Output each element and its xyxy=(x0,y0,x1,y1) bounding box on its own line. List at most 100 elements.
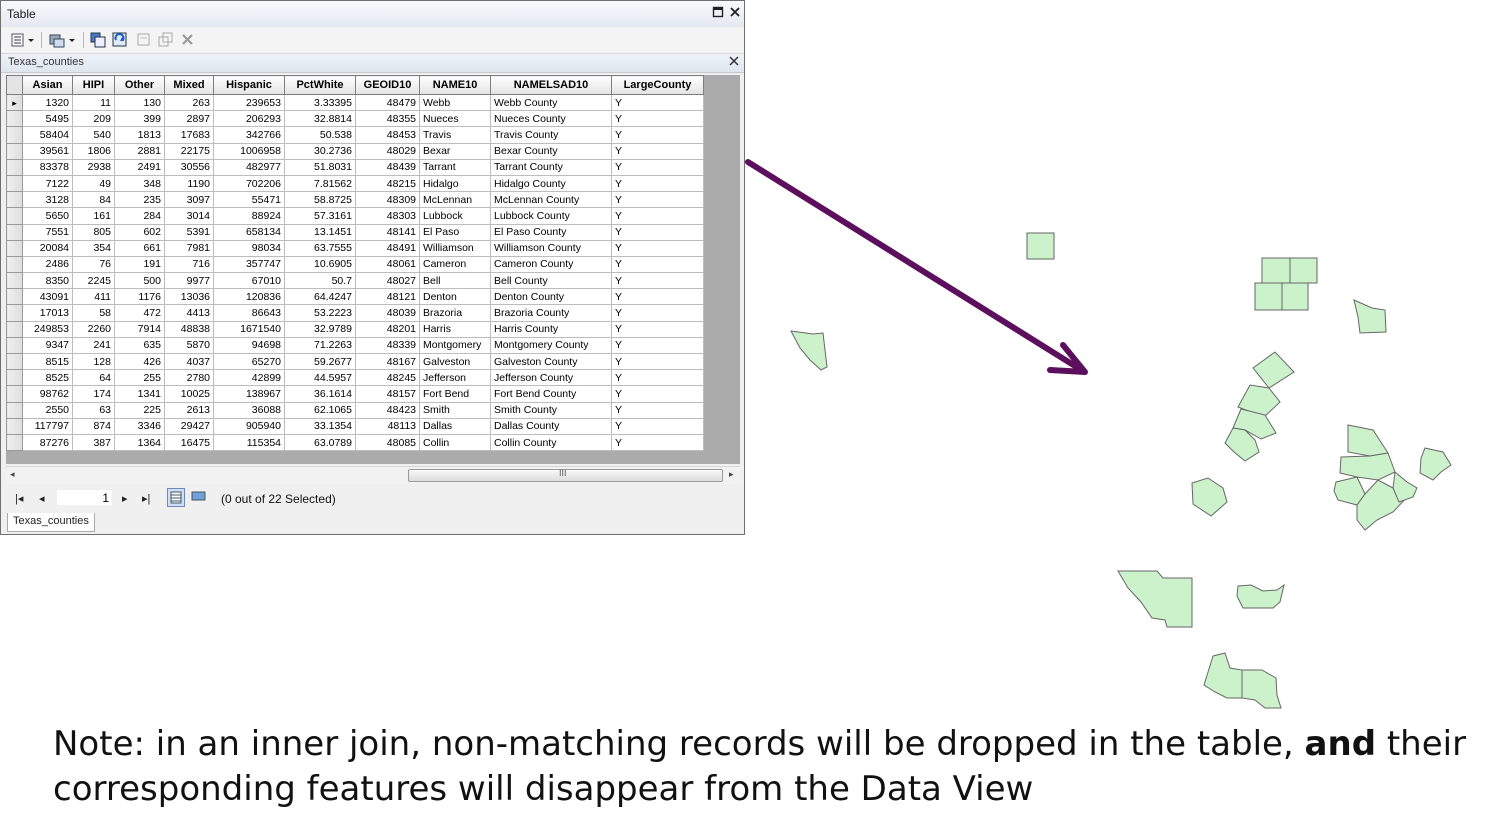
cell-asian[interactable]: 2486 xyxy=(22,255,73,274)
column-header-mixed[interactable]: Mixed xyxy=(164,75,214,95)
cell-asian[interactable]: 249853 xyxy=(22,320,73,338)
cell-largecounty[interactable]: Y xyxy=(611,272,704,290)
cell-mixed[interactable]: 1190 xyxy=(164,174,214,193)
cell-hipi[interactable]: 128 xyxy=(72,352,115,371)
cell-name10[interactable]: Collin xyxy=(419,433,491,452)
show-all-records-button[interactable] xyxy=(167,488,185,507)
cell-mixed[interactable]: 263 xyxy=(164,93,214,112)
cell-hispanic[interactable]: 206293 xyxy=(213,110,285,128)
cell-pctwhite[interactable]: 30.2736 xyxy=(284,142,356,160)
cell-pctwhite[interactable]: 51.8031 xyxy=(284,158,356,176)
cell-mixed[interactable]: 10025 xyxy=(164,385,214,403)
cell-hispanic[interactable]: 239653 xyxy=(213,93,285,112)
cell-asian[interactable]: 8515 xyxy=(22,352,73,371)
row-selector[interactable] xyxy=(6,255,23,274)
row-selector[interactable] xyxy=(6,207,23,225)
cell-mixed[interactable]: 7981 xyxy=(164,239,214,257)
cell-hispanic[interactable]: 42899 xyxy=(213,369,285,387)
cell-largecounty[interactable]: Y xyxy=(611,223,704,241)
cell-mixed[interactable]: 16475 xyxy=(164,433,214,452)
cell-hispanic[interactable]: 94698 xyxy=(213,336,285,355)
cell-pctwhite[interactable]: 36.1614 xyxy=(284,385,356,403)
related-tables-button[interactable] xyxy=(47,31,77,49)
table-row[interactable]: 98762 174 1341 10025 138967 36.1614 48157 Fort … xyxy=(6,385,704,403)
cell-largecounty[interactable]: Y xyxy=(611,93,704,112)
cell-other[interactable]: 399 xyxy=(114,110,165,128)
cell-namelsad10[interactable]: Denton County xyxy=(490,288,612,306)
cell-hipi[interactable]: 805 xyxy=(72,223,115,241)
column-header-hispanic[interactable]: Hispanic xyxy=(213,75,285,95)
table-row[interactable]: 8525 64 255 2780 42899 44.5957 48245 Jefferson J… xyxy=(6,369,704,387)
cell-name10[interactable]: Harris xyxy=(419,320,491,338)
row-selector-header[interactable] xyxy=(6,75,23,95)
cell-other[interactable]: 1364 xyxy=(114,433,165,452)
previous-record-icon[interactable]: ◂ xyxy=(39,492,45,505)
cell-pctwhite[interactable]: 32.8814 xyxy=(284,110,356,128)
cell-mixed[interactable]: 4413 xyxy=(164,304,214,322)
cell-geoid10[interactable]: 48029 xyxy=(355,142,420,160)
cell-hispanic[interactable]: 357747 xyxy=(213,255,285,274)
cell-other[interactable]: 348 xyxy=(114,174,165,193)
cell-geoid10[interactable]: 48157 xyxy=(355,385,420,403)
cell-hispanic[interactable]: 55471 xyxy=(213,191,285,209)
cell-hispanic[interactable]: 67010 xyxy=(213,272,285,290)
cell-geoid10[interactable]: 48201 xyxy=(355,320,420,338)
scroll-left-arrow-icon[interactable]: ◂ xyxy=(10,469,15,480)
cell-namelsad10[interactable]: Lubbock County xyxy=(490,207,612,225)
cell-hipi[interactable]: 411 xyxy=(72,288,115,306)
cell-namelsad10[interactable]: Collin County xyxy=(490,433,612,452)
cell-name10[interactable]: McLennan xyxy=(419,191,491,209)
cell-largecounty[interactable]: Y xyxy=(611,110,704,128)
cell-hispanic[interactable]: 65270 xyxy=(213,352,285,371)
cell-geoid10[interactable]: 48355 xyxy=(355,110,420,128)
cell-largecounty[interactable]: Y xyxy=(611,126,704,144)
cell-hispanic[interactable]: 98034 xyxy=(213,239,285,257)
cell-asian[interactable]: 9347 xyxy=(22,336,73,355)
cell-hispanic[interactable]: 88924 xyxy=(213,207,285,225)
cell-mixed[interactable]: 5391 xyxy=(164,223,214,241)
cell-largecounty[interactable]: Y xyxy=(611,288,704,306)
cell-geoid10[interactable]: 48245 xyxy=(355,369,420,387)
cell-namelsad10[interactable]: Webb County xyxy=(490,93,612,112)
cell-other[interactable]: 635 xyxy=(114,336,165,355)
cell-geoid10[interactable]: 48167 xyxy=(355,352,420,371)
cell-hipi[interactable]: 241 xyxy=(72,336,115,355)
row-selector[interactable] xyxy=(6,433,23,452)
row-selector[interactable] xyxy=(6,110,23,128)
cell-asian[interactable]: 8525 xyxy=(22,369,73,387)
cell-name10[interactable]: Williamson xyxy=(419,239,491,257)
cell-namelsad10[interactable]: Williamson County xyxy=(490,239,612,257)
cell-namelsad10[interactable]: Tarrant County xyxy=(490,158,612,176)
cell-hipi[interactable]: 63 xyxy=(72,401,115,419)
cell-namelsad10[interactable]: Jefferson County xyxy=(490,369,612,387)
column-header-hipi[interactable]: HIPI xyxy=(72,75,115,95)
cell-geoid10[interactable]: 48039 xyxy=(355,304,420,322)
cell-pctwhite[interactable]: 64.4247 xyxy=(284,288,356,306)
cell-largecounty[interactable]: Y xyxy=(611,385,704,403)
switch-selection-button[interactable] xyxy=(111,31,129,49)
column-header-largecounty[interactable]: LargeCounty xyxy=(611,75,704,95)
cell-pctwhite[interactable]: 3.33395 xyxy=(284,93,356,112)
delete-selected-button[interactable] xyxy=(179,31,197,49)
cell-hispanic[interactable]: 702206 xyxy=(213,174,285,193)
cell-geoid10[interactable]: 48453 xyxy=(355,126,420,144)
cell-hipi[interactable]: 161 xyxy=(72,207,115,225)
cell-other[interactable]: 225 xyxy=(114,401,165,419)
cell-geoid10[interactable]: 48141 xyxy=(355,223,420,241)
cell-pctwhite[interactable]: 50.538 xyxy=(284,126,356,144)
cell-pctwhite[interactable]: 62.1065 xyxy=(284,401,356,419)
row-selector[interactable] xyxy=(6,401,23,419)
horizontal-scrollbar[interactable]: ◂ III ▸ xyxy=(6,466,740,484)
row-selector[interactable] xyxy=(6,142,23,160)
cell-other[interactable]: 602 xyxy=(114,223,165,241)
cell-namelsad10[interactable]: Brazoria County xyxy=(490,304,612,322)
table-row[interactable]: ▸ 1320 11 130 263 239653 3.33395 48479 Webb Webb … xyxy=(6,93,704,112)
zoom-to-selected-button[interactable] xyxy=(157,31,175,49)
cell-hispanic[interactable]: 86643 xyxy=(213,304,285,322)
cell-other[interactable]: 1341 xyxy=(114,385,165,403)
cell-asian[interactable]: 17013 xyxy=(22,304,73,322)
table-row[interactable]: 2486 76 191 716 357747 10.6905 48061 Cameron Cam… xyxy=(6,255,704,274)
row-selector[interactable] xyxy=(6,158,23,176)
cell-asian[interactable]: 8350 xyxy=(22,272,73,290)
cell-hispanic[interactable]: 138967 xyxy=(213,385,285,403)
